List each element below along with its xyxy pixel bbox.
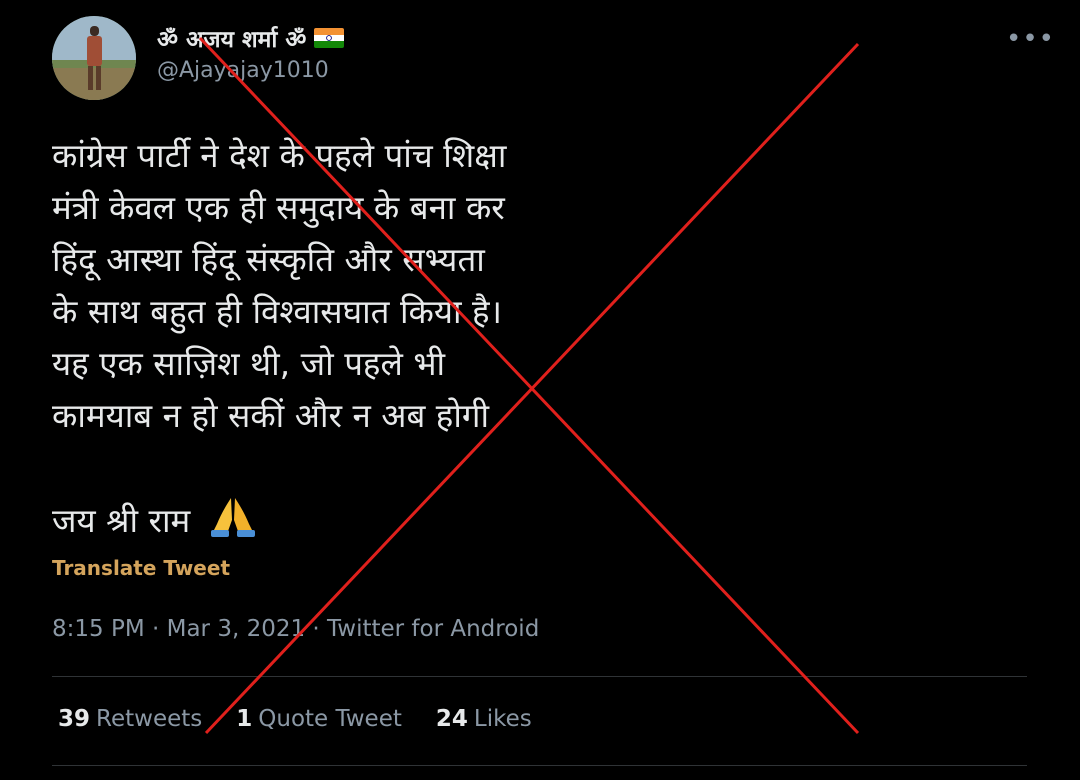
- engagement-stats: 39 Retweets 1 Quote Tweet 24 Likes: [58, 706, 532, 732]
- folded-hands-icon: [207, 494, 259, 538]
- tweet-line: कामयाब न हो सकीं और न अब होगी: [52, 396, 489, 435]
- likes-label: Likes: [473, 706, 532, 732]
- retweets-stat[interactable]: 39 Retweets: [58, 706, 202, 732]
- tweet-line: हिंदू आस्था हिंदू संस्कृति और सभ्यता: [52, 240, 485, 279]
- more-options-icon[interactable]: •••: [1006, 24, 1054, 54]
- quote-count: 1: [236, 706, 253, 732]
- tweet-screenshot: ॐ अजय शर्मा ॐ @Ajayajay1010 ••• कांग्रेस…: [0, 0, 1080, 780]
- likes-stat[interactable]: 24 Likes: [436, 706, 532, 732]
- tweet-line: यह एक साज़िश थी, जो पहले भी: [52, 344, 446, 383]
- tweet-closing-line: जय श्री राम: [52, 494, 672, 546]
- tweet-timestamp-source[interactable]: 8:15 PM · Mar 3, 2021 · Twitter for Andr…: [52, 616, 539, 642]
- author-handle[interactable]: @Ajayajay1010: [157, 58, 329, 83]
- tweet-line: मंत्री केवल एक ही समुदाय के बना कर: [52, 188, 505, 227]
- tweet-line: कांग्रेस पार्टी ने देश के पहले पांच शिक्…: [52, 136, 507, 175]
- quote-tweets-stat[interactable]: 1 Quote Tweet: [236, 706, 402, 732]
- divider: [52, 676, 1027, 677]
- avatar[interactable]: [52, 16, 136, 100]
- author-display-name[interactable]: ॐ अजय शर्मा ॐ: [157, 22, 345, 54]
- quote-label: Quote Tweet: [258, 706, 402, 732]
- retweets-count: 39: [58, 706, 91, 732]
- tweet-line: के साथ बहुत ही विश्वासघात किया है।: [52, 292, 503, 331]
- retweets-label: Retweets: [96, 706, 203, 732]
- tweet-closing-text: जय श्री राम: [52, 501, 191, 540]
- india-flag-icon: [314, 28, 345, 48]
- display-name-text: ॐ अजय शर्मा ॐ: [157, 27, 307, 53]
- likes-count: 24: [435, 706, 468, 732]
- translate-tweet-link[interactable]: Translate Tweet: [52, 556, 230, 580]
- divider: [52, 765, 1027, 766]
- tweet-body: कांग्रेस पार्टी ने देश के पहले पांच शिक्…: [52, 130, 672, 546]
